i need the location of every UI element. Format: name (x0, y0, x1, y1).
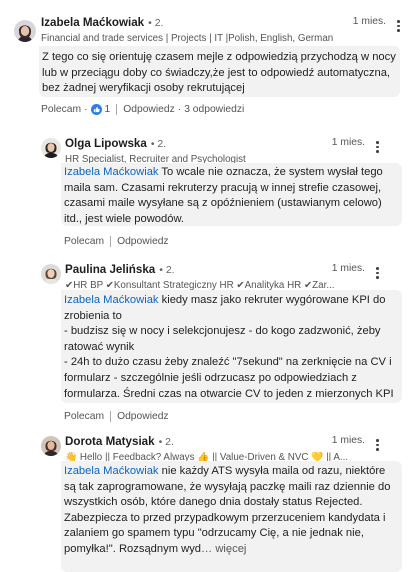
divider (110, 411, 112, 422)
like-button[interactable]: Polecam (64, 411, 104, 422)
see-more-link[interactable]: więcej (215, 543, 246, 555)
comment-actions: Polecam Odpowiedz (64, 411, 169, 422)
comment-text: Izabela Maćkowiak nie każdy ATS wysyła m… (64, 464, 399, 568)
more-options-icon[interactable] (376, 141, 379, 153)
timestamp: 1 mies. (331, 435, 365, 446)
author-name[interactable]: Dorota Matysiak (65, 435, 155, 448)
separator-dot: · (177, 104, 182, 115)
comment-actions: Polecam Odpowiedz (64, 236, 169, 247)
like-button[interactable]: Polecam (64, 236, 104, 247)
more-options-icon[interactable] (397, 20, 400, 32)
reply-button[interactable]: Odpowiedz (123, 104, 175, 115)
separator-dot: · (84, 104, 88, 115)
author-name[interactable]: Olga Lipowska (65, 137, 147, 150)
reply-button[interactable]: Odpowiedz (117, 411, 169, 422)
comment-meta: 1 mies. (352, 16, 400, 32)
mention-link[interactable]: Izabela Maćkowiak (64, 294, 159, 306)
comment-line: - budzisz się w nocy i selekcjonujesz - … (64, 325, 384, 353)
comment-text: Z tego co się orientuję czasem mejle z o… (42, 51, 396, 94)
more-options-icon[interactable] (376, 439, 379, 451)
divider (110, 236, 112, 247)
comment-meta: 1 mies. (331, 137, 379, 153)
reply-button[interactable]: Odpowiedz (117, 236, 169, 247)
timestamp: 1 mies. (331, 137, 365, 148)
avatar[interactable] (14, 20, 36, 42)
comment-thread: Izabela Maćkowiak • 2. 1 mies. Financial… (0, 0, 408, 572)
comment-text: Izabela Maćkowiak To wcale nie oznacza, … (64, 165, 399, 227)
avatar[interactable] (41, 264, 61, 284)
comment-actions: Polecam · 1 Odpowiedz · 3 odpowiedzi (41, 104, 244, 115)
timestamp: 1 mies. (331, 263, 365, 274)
mention-link[interactable]: Izabela Maćkowiak (64, 166, 159, 178)
avatar[interactable] (41, 138, 61, 158)
divider (116, 104, 118, 115)
mention-link[interactable]: Izabela Maćkowiak (64, 465, 159, 477)
comment-meta: 1 mies. (331, 263, 379, 279)
more-options-icon[interactable] (376, 267, 379, 279)
connection-degree: • 2. (159, 264, 175, 276)
like-reaction-icon[interactable] (90, 104, 102, 115)
connection-degree: • 2. (158, 436, 174, 448)
comment-line: - 24h to dużo czasu żeby znaleźć "7sekun… (64, 356, 395, 400)
like-button[interactable]: Polecam (41, 104, 81, 115)
avatar[interactable] (41, 436, 61, 456)
replies-count[interactable]: 3 odpowiedzi (184, 104, 244, 115)
comment-text: Izabela Maćkowiak kiedy masz jako rekrut… (64, 293, 399, 402)
connection-degree: • 2. (148, 17, 164, 29)
author-headline: Financial and trade services | Projects … (41, 33, 334, 44)
like-count[interactable]: 1 (105, 104, 111, 115)
connection-degree: • 2. (150, 138, 167, 150)
ellipsis: … (201, 542, 213, 555)
timestamp: 1 mies. (352, 16, 386, 27)
comment-meta: 1 mies. (331, 435, 379, 451)
author-name[interactable]: Izabela Maćkowiak (41, 16, 144, 29)
author-name[interactable]: Paulina Jelińska (65, 263, 155, 276)
comment-body: nie każdy ATS wysyła maila od razu, niek… (64, 465, 391, 555)
